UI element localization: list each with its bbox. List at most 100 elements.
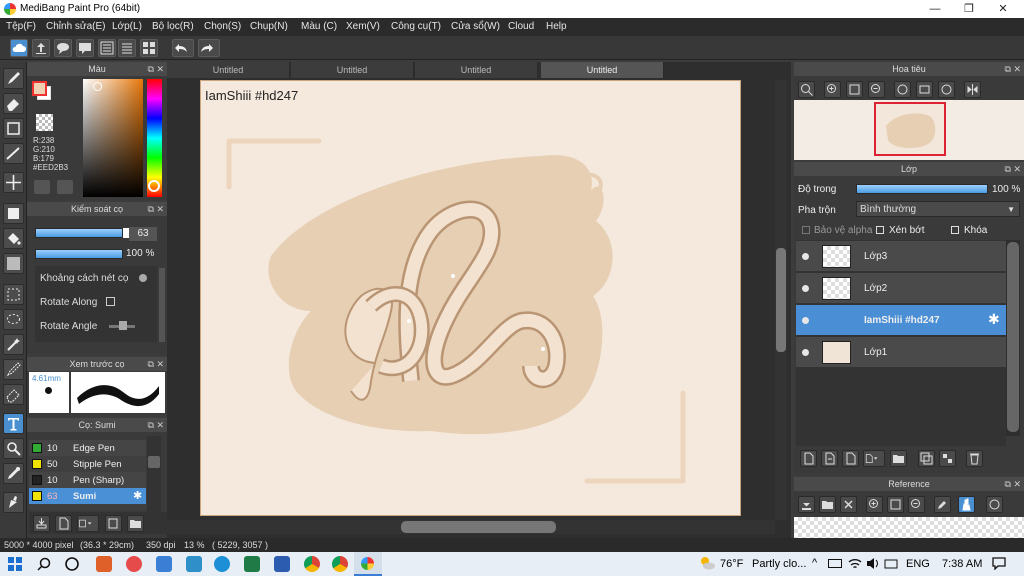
- menu-color[interactable]: Màu (C): [301, 21, 337, 32]
- excel-app-icon[interactable]: [244, 556, 260, 572]
- select-pen-tool-icon[interactable]: [3, 359, 24, 380]
- vertical-scroll-thumb[interactable]: [776, 248, 786, 352]
- system-clock[interactable]: 7:38 AM: [942, 558, 982, 570]
- menu-tools[interactable]: Công cụ(T): [391, 21, 441, 32]
- line-tool-icon[interactable]: [3, 143, 24, 164]
- layer-folder-icon[interactable]: [890, 450, 907, 467]
- brush-size-slider[interactable]: [35, 228, 123, 238]
- eyedropper-tool-icon[interactable]: [3, 463, 24, 484]
- zoom-in-icon[interactable]: [824, 81, 841, 98]
- brush-copy-icon[interactable]: [105, 515, 122, 532]
- grid-icon[interactable]: [140, 39, 158, 57]
- menu-filter[interactable]: Bộ lọc(R): [152, 21, 194, 32]
- undo-icon[interactable]: [172, 39, 194, 57]
- palette-icon[interactable]: [34, 180, 50, 194]
- select-eraser-tool-icon[interactable]: [3, 384, 24, 405]
- duplicate-layer-icon[interactable]: [918, 450, 935, 467]
- doc-tab[interactable]: Untitled: [167, 62, 290, 78]
- zoom-out-icon[interactable]: [798, 81, 815, 98]
- menu-file[interactable]: Tệp(F): [6, 21, 36, 32]
- hand-tool-icon[interactable]: [3, 492, 24, 513]
- brush-settings-gear-icon[interactable]: ✱: [133, 489, 142, 502]
- rotate-right-icon[interactable]: [938, 81, 955, 98]
- eraser-tool-icon[interactable]: [3, 93, 24, 114]
- blend-mode-select[interactable]: Bình thường ▼: [856, 201, 1020, 217]
- volume-icon[interactable]: [866, 557, 880, 570]
- brush-size-value[interactable]: 63: [129, 227, 157, 241]
- task-view-icon[interactable]: [64, 556, 80, 572]
- brush-folder-icon[interactable]: [127, 515, 144, 532]
- merge-layer-icon[interactable]: [939, 450, 956, 467]
- panel-icon[interactable]: [98, 39, 116, 57]
- reference-eyedropper-icon[interactable]: [934, 496, 951, 513]
- zoom-reset-icon[interactable]: [868, 81, 885, 98]
- notification-center-icon[interactable]: [992, 557, 1006, 571]
- medibang-taskbar-button[interactable]: [354, 552, 382, 576]
- brush-list-scroll-thumb[interactable]: [148, 456, 160, 468]
- reference-zoom-in-icon[interactable]: [866, 496, 883, 513]
- redo-icon[interactable]: [198, 39, 220, 57]
- new-8bit-layer-icon[interactable]: [842, 450, 859, 467]
- layer-row-lop3[interactable]: Lớp3: [796, 241, 1006, 272]
- menu-layer[interactable]: Lớp(L): [112, 21, 142, 32]
- horizontal-scroll-thumb[interactable]: [401, 521, 556, 533]
- saturation-value-field[interactable]: [83, 79, 143, 197]
- menu-snap[interactable]: Chụp(N): [250, 21, 288, 32]
- menu-select[interactable]: Chọn(S): [204, 21, 241, 32]
- reference-zoom-out-icon[interactable]: [908, 496, 925, 513]
- bucket-tool-icon[interactable]: [3, 228, 24, 249]
- chevron-up-icon[interactable]: ^: [812, 557, 817, 569]
- edge-app-icon[interactable]: [214, 556, 230, 572]
- chrome-profile-app-icon[interactable]: [332, 556, 348, 572]
- layer-visibility-eye-icon[interactable]: [802, 253, 809, 260]
- fit-screen-icon[interactable]: [846, 81, 863, 98]
- layer-type-dropdown-icon[interactable]: [863, 450, 885, 467]
- rotate-left-icon[interactable]: [894, 81, 911, 98]
- spacing-slider-handle[interactable]: [139, 274, 147, 282]
- text-layer-gear-icon[interactable]: ✱: [988, 311, 1000, 328]
- color-picker-icon[interactable]: [57, 180, 73, 194]
- brush-tool-icon[interactable]: [3, 68, 24, 89]
- brush-row-sumi[interactable]: 63 Sumi ✱: [29, 488, 146, 504]
- lock-checkbox[interactable]: [951, 226, 959, 234]
- close-button[interactable]: ✕: [986, 0, 1020, 18]
- operation-tool-icon[interactable]: [3, 438, 24, 459]
- brush-list-scrollbar[interactable]: [147, 436, 161, 514]
- chat-icon[interactable]: [54, 39, 72, 57]
- gradient-tool-icon[interactable]: [3, 253, 24, 274]
- opera-app-icon[interactable]: [126, 556, 142, 572]
- reference-rotate-icon[interactable]: [986, 496, 1003, 513]
- lasso-tool-icon[interactable]: [3, 309, 24, 330]
- doc-tab[interactable]: Untitled: [415, 62, 538, 78]
- word-app-icon[interactable]: [274, 556, 290, 572]
- brush-row-edge-pen[interactable]: 10 Edge Pen: [29, 440, 146, 456]
- rectangle-tool-icon[interactable]: [3, 118, 24, 139]
- layer-visibility-eye-icon[interactable]: [802, 317, 809, 324]
- layer-row-iamshiii[interactable]: IamShiii #hd247 ✱: [796, 305, 1006, 336]
- move-tool-icon[interactable]: [3, 172, 24, 193]
- fill-rect-tool-icon[interactable]: [3, 203, 24, 224]
- monitor-app-icon[interactable]: [156, 556, 172, 572]
- reference-hand-icon[interactable]: [958, 496, 975, 513]
- minimize-button[interactable]: —: [918, 0, 952, 18]
- reference-download-icon[interactable]: [798, 496, 815, 513]
- delete-layer-icon[interactable]: [966, 450, 983, 467]
- layer-visibility-eye-icon[interactable]: [802, 285, 809, 292]
- layer-row-lop1[interactable]: Lớp1: [796, 337, 1006, 368]
- weather-temperature[interactable]: 76°F: [720, 558, 743, 570]
- comment-icon[interactable]: [76, 39, 94, 57]
- reference-fit-icon[interactable]: [887, 496, 904, 513]
- fit-window-icon[interactable]: [916, 81, 933, 98]
- menu-help[interactable]: Help: [546, 21, 567, 32]
- clipping-checkbox[interactable]: [876, 226, 884, 234]
- maximize-button[interactable]: ❐: [952, 0, 986, 18]
- protect-alpha-checkbox[interactable]: [802, 226, 810, 234]
- file-explorer-icon[interactable]: [186, 556, 202, 572]
- onedrive-icon[interactable]: [884, 557, 898, 570]
- doc-tab-active[interactable]: Untitled: [541, 62, 664, 78]
- primary-color-swatch[interactable]: [32, 81, 47, 96]
- download-brush-icon[interactable]: [33, 515, 50, 532]
- menu-cloud[interactable]: Cloud: [508, 21, 534, 32]
- menu-edit[interactable]: Chỉnh sửa(E): [46, 21, 106, 32]
- new-brush-icon[interactable]: [55, 515, 72, 532]
